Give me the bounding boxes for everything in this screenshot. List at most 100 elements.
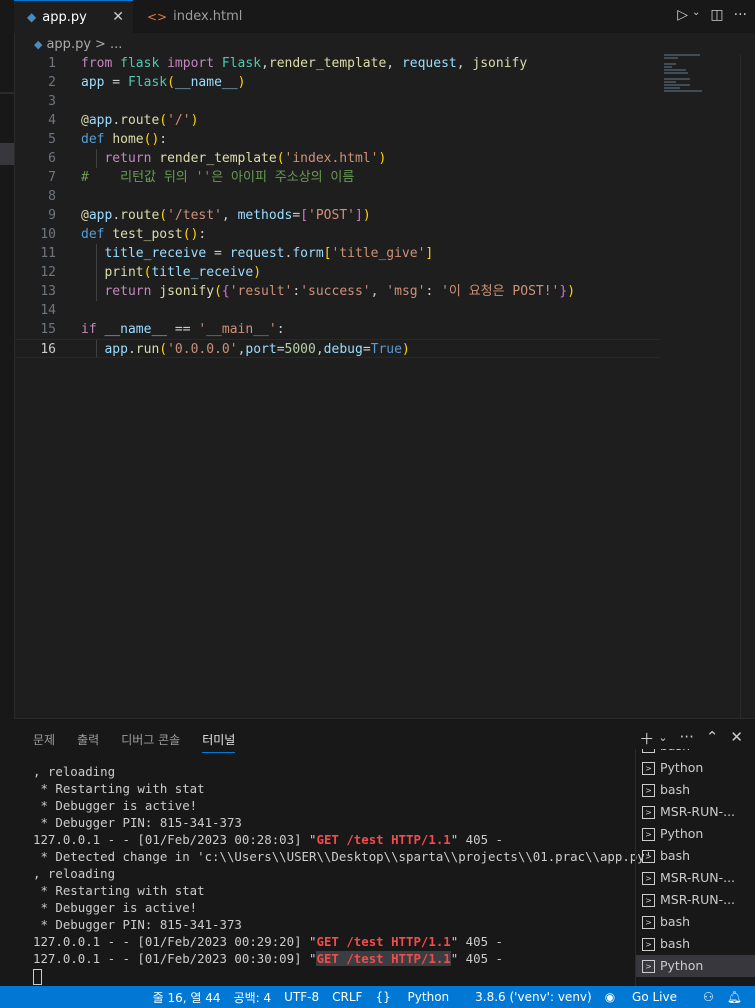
terminal-session[interactable]: > MSR-RUN-... <box>636 801 755 823</box>
terminal-output[interactable]: , reloading * Restarting with stat * Deb… <box>33 763 653 985</box>
tab-index-html[interactable]: <> index.html <box>134 0 254 33</box>
feedback-icon[interactable]: ⚇ <box>703 990 714 1004</box>
terminal-line: * Debugger is active! <box>33 900 198 915</box>
terminal-session[interactable]: > Python <box>636 757 755 779</box>
run-icon[interactable]: ▷ <box>677 7 688 23</box>
indentation[interactable]: 공백: 4 <box>234 989 272 1006</box>
code-line: 5 def home(): <box>48 132 168 147</box>
code-line: 3 <box>48 94 56 109</box>
terminal-icon: > <box>642 850 655 863</box>
terminal-line: * Debugger is active! <box>33 798 198 813</box>
terminal-line: * Restarting with stat <box>33 781 205 796</box>
terminal-cursor <box>33 968 42 985</box>
code-line: 2 app = Flask(__name__) <box>48 75 246 90</box>
code-line: 9 @app.route('/test', methods=['POST']) <box>48 208 371 223</box>
terminal-line: * Restarting with stat <box>33 883 205 898</box>
terminal-icon: > <box>642 960 655 973</box>
terminal-line: , reloading <box>33 764 116 779</box>
activity-divider <box>0 92 14 94</box>
code-line: 14 <box>40 303 56 318</box>
status-bar: 줄 16, 열 44 공백: 4 UTF-8 CRLF {} Python 3.… <box>0 986 755 1008</box>
chevron-up-icon[interactable]: ⌃ <box>706 728 719 749</box>
terminal-session[interactable]: >bash <box>636 911 755 933</box>
language-mode[interactable]: {} Python <box>375 990 462 1004</box>
code-line: 15 if __name__ == '__main__': <box>40 322 285 337</box>
code-line-current: 16 app.run('0.0.0.0',port=5000,debug=Tru… <box>14 339 660 358</box>
tab-problems[interactable]: 문제 <box>33 731 55 753</box>
terminal-session[interactable]: >bash <box>636 933 755 955</box>
panel-actions: ＋ ⌄ ··· ⌃ ✕ <box>639 728 743 749</box>
breadcrumb-more[interactable]: ... <box>110 37 122 52</box>
go-live-button[interactable]: ◉ Go Live <box>605 990 690 1004</box>
code-line: 1 from flask import Flask,render_template… <box>48 56 528 71</box>
breadcrumb-separator: > <box>95 37 106 52</box>
terminal-icon: > <box>642 894 655 907</box>
terminal-icon: > <box>642 762 655 775</box>
terminal-icon: > <box>642 784 655 797</box>
terminal-line: * Debugger PIN: 815-341-373 <box>33 917 242 932</box>
minimap[interactable] <box>664 54 704 94</box>
code-line: 6 return render_template('index.html') <box>48 151 387 166</box>
terminal-session[interactable]: >bash <box>636 845 755 867</box>
editor-scrollbar[interactable] <box>740 54 755 718</box>
breadcrumb-file[interactable]: app.py <box>46 37 91 52</box>
python-interpreter[interactable]: 3.8.6 ('venv': venv) <box>475 990 592 1004</box>
tab-terminal[interactable]: 터미널 <box>202 731 236 753</box>
terminal-icon: > <box>642 872 655 885</box>
code-line: 4 @app.route('/') <box>48 113 199 128</box>
activity-bar <box>0 0 15 986</box>
code-line: 8 <box>48 189 56 204</box>
code-line: 12 print(title_receive) <box>40 265 262 280</box>
terminal-session[interactable]: > MSR-RUN-... <box>636 867 755 889</box>
terminal-icon: > <box>642 828 655 841</box>
chevron-down-icon[interactable]: ⌄ <box>658 731 667 749</box>
split-editor-icon[interactable]: ◫ <box>710 7 723 23</box>
plus-icon[interactable]: ＋ <box>639 728 654 749</box>
terminal-session[interactable]: > Python <box>636 823 755 845</box>
tab-debug-console[interactable]: 디버그 콘솔 <box>121 731 180 753</box>
cursor-position[interactable]: 줄 16, 열 44 <box>153 989 221 1006</box>
panel-tabs: 문제 출력 디버그 콘솔 터미널 <box>33 731 236 753</box>
activity-selected-item[interactable] <box>0 143 14 165</box>
terminal-icon: > <box>642 806 655 819</box>
more-actions-icon[interactable]: ··· <box>734 7 747 23</box>
terminal-session[interactable]: >bash <box>636 779 755 801</box>
editor-tab-bar: ◆ app.py ✕ <> index.html ▷ ⌄ ◫ ··· <box>14 0 755 33</box>
terminal-prompt[interactable] <box>33 967 633 985</box>
close-icon[interactable]: ✕ <box>730 728 743 749</box>
braces-icon: {} <box>375 990 391 1004</box>
terminal-line: 127.0.0.1 - - [01/Feb/2023 00:30:09] "GE… <box>33 951 503 966</box>
terminal-line: * Detected change in 'c:\\Users\\USER\\D… <box>33 849 653 864</box>
code-line: 11 title_receive = request.form['title_g… <box>40 246 434 261</box>
terminal-icon: > <box>642 916 655 929</box>
bottom-panel: 문제 출력 디버그 콘솔 터미널 ＋ ⌄ ··· ⌃ ✕ , reloading… <box>14 718 755 987</box>
terminal-icon: > <box>642 938 655 951</box>
encoding[interactable]: UTF-8 <box>284 990 319 1004</box>
terminal-session-list: >bash >Python >bash >MSR-RUN-... >Python… <box>635 749 755 987</box>
code-line: 7 # 리턴값 뒤의 ''은 아이피 주소상의 이름 <box>48 170 355 185</box>
code-line: 13 return jsonify({'result':'success', '… <box>40 284 576 299</box>
breadcrumb: ◆ app.py > ... <box>34 37 122 52</box>
tab-app-py[interactable]: ◆ app.py ✕ <box>14 0 133 33</box>
tab-label: app.py <box>42 9 87 25</box>
html-icon: <> <box>147 9 168 24</box>
more-actions-icon[interactable]: ··· <box>680 728 694 749</box>
line-endings[interactable]: CRLF <box>332 990 362 1004</box>
code-line: 10 def test_post(): <box>40 227 207 242</box>
terminal-line: 127.0.0.1 - - [01/Feb/2023 00:29:20] "GE… <box>33 934 503 949</box>
broadcast-icon: ◉ <box>604 990 616 1004</box>
python-icon: ◆ <box>27 10 37 24</box>
code-editor[interactable]: 1 from flask import Flask,render_template… <box>14 54 660 358</box>
editor-actions: ▷ ⌄ ◫ ··· <box>677 7 747 23</box>
terminal-session-active[interactable]: > Python <box>636 955 755 977</box>
terminal-line: * Debugger PIN: 815-341-373 <box>33 815 242 830</box>
terminal-session[interactable]: >bash <box>636 749 755 757</box>
close-icon[interactable]: ✕ <box>112 9 124 25</box>
terminal-line: 127.0.0.1 - - [01/Feb/2023 00:28:03] "GE… <box>33 832 503 847</box>
bell-icon[interactable]: 🔔︎ <box>727 990 742 1004</box>
terminal-session[interactable]: > MSR-RUN-... <box>636 889 755 911</box>
chevron-down-icon[interactable]: ⌄ <box>692 7 700 23</box>
tab-output[interactable]: 출력 <box>77 731 99 753</box>
tab-label: index.html <box>173 9 243 24</box>
python-icon: ◆ <box>34 38 43 51</box>
